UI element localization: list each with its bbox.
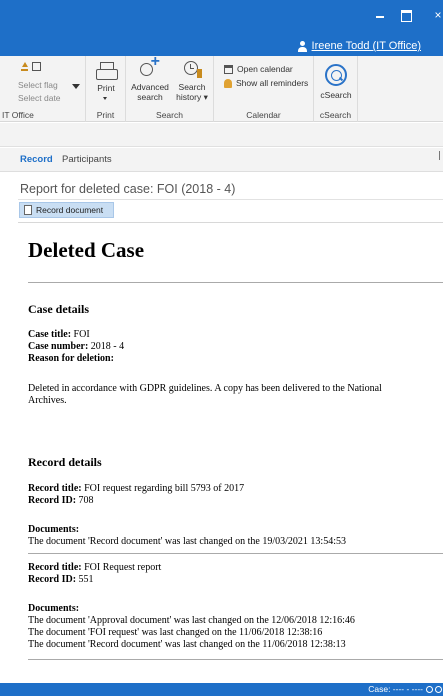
ribbon-group-csearch: cSearch cSearch <box>314 56 358 122</box>
history-icon <box>182 60 202 80</box>
group-label-csearch: cSearch <box>319 110 352 120</box>
tab-record[interactable]: Record <box>20 154 53 165</box>
record-title: Record title: FOI Request report <box>28 562 162 573</box>
divider <box>28 282 443 283</box>
refresh-icon[interactable] <box>435 686 442 693</box>
tab-participants[interactable]: Participants <box>62 154 112 165</box>
ribbon-group-print: Print Print <box>86 56 126 122</box>
group-label-search: Search <box>156 110 183 120</box>
tab-bar: Record Participants <box>0 148 443 172</box>
divider <box>18 199 443 200</box>
user-icon <box>297 40 307 52</box>
printer-icon <box>96 62 118 80</box>
record-document-button[interactable]: Record document <box>19 202 114 218</box>
maximize-button[interactable] <box>398 8 414 22</box>
minimize-button[interactable] <box>372 8 388 22</box>
chevron-down-icon[interactable] <box>72 84 80 89</box>
ribbon-group-search: + Advanced search Search history ▾ Searc… <box>126 54 214 122</box>
select-date-button[interactable]: Select date <box>18 93 61 103</box>
toolbar-strip <box>0 123 443 147</box>
divider <box>28 553 443 554</box>
close-button[interactable]: × <box>430 8 443 22</box>
open-calendar-button[interactable]: Open calendar <box>224 64 293 74</box>
document-entry: The document 'Record document' was last … <box>28 536 346 547</box>
divider <box>28 659 443 660</box>
select-flag-button[interactable]: Select flag <box>18 80 58 90</box>
documents-label: Documents: <box>28 603 80 614</box>
upload-icon[interactable] <box>20 62 29 71</box>
calendar-icon <box>224 64 233 74</box>
username[interactable]: Ireene Todd (IT Office) <box>312 40 421 52</box>
reason-text: Deleted in accordance with GDPR guidelin… <box>28 383 382 406</box>
record-id: Record ID: 551 <box>28 574 94 585</box>
record-details-heading: Record details <box>28 455 102 469</box>
reason-label: Reason for deletion: <box>28 353 114 364</box>
group-label-print: Print <box>96 110 115 120</box>
document-icon <box>24 205 32 215</box>
title-bar: × Ireene Todd (IT Office) <box>0 0 443 56</box>
group-label-it-office: IT Office <box>2 110 34 120</box>
panel-edge <box>439 151 443 160</box>
report-title: Report for deleted case: FOI (2018 - 4) <box>20 182 236 196</box>
ribbon: Select flag Select date IT Office Print … <box>0 54 443 122</box>
search-plus-icon: + <box>139 54 161 80</box>
case-title: Case title: FOI <box>28 329 90 340</box>
document-entry: The document 'FOI request' was last chan… <box>28 627 323 638</box>
record-id: Record ID: 708 <box>28 495 94 506</box>
case-details-heading: Case details <box>28 302 89 316</box>
document-heading: Deleted Case <box>28 238 145 262</box>
show-reminders-button[interactable]: Show all reminders <box>224 78 308 88</box>
power-icon[interactable] <box>426 686 433 693</box>
csearch-icon <box>325 64 347 86</box>
search-history-button[interactable]: Search history ▾ <box>172 60 212 102</box>
view-icon[interactable] <box>32 62 41 71</box>
group-label-calendar: Calendar <box>246 110 281 120</box>
document-entry: The document 'Record document' was last … <box>28 639 346 650</box>
record-title: Record title: FOI request regarding bill… <box>28 483 245 494</box>
ribbon-group-it-office: Select flag Select date IT Office <box>0 56 86 122</box>
user-link[interactable]: Ireene Todd (IT Office) <box>297 40 421 52</box>
document-entry: The document 'Approval document' was las… <box>28 615 355 626</box>
print-button[interactable]: Print <box>92 62 120 93</box>
csearch-button[interactable]: cSearch <box>318 64 354 100</box>
divider <box>18 222 443 223</box>
status-text: Case: ---- - ---- <box>368 684 423 694</box>
documents-label: Documents: <box>28 524 80 535</box>
status-bar: Case: ---- - ---- <box>0 683 443 696</box>
print-dropdown-icon[interactable] <box>103 97 107 100</box>
ribbon-group-calendar: Open calendar Show all reminders Calenda… <box>214 56 314 122</box>
advanced-search-button[interactable]: + Advanced search <box>130 54 170 103</box>
case-number: Case number: 2018 - 4 <box>28 341 125 352</box>
bell-icon <box>224 78 232 88</box>
